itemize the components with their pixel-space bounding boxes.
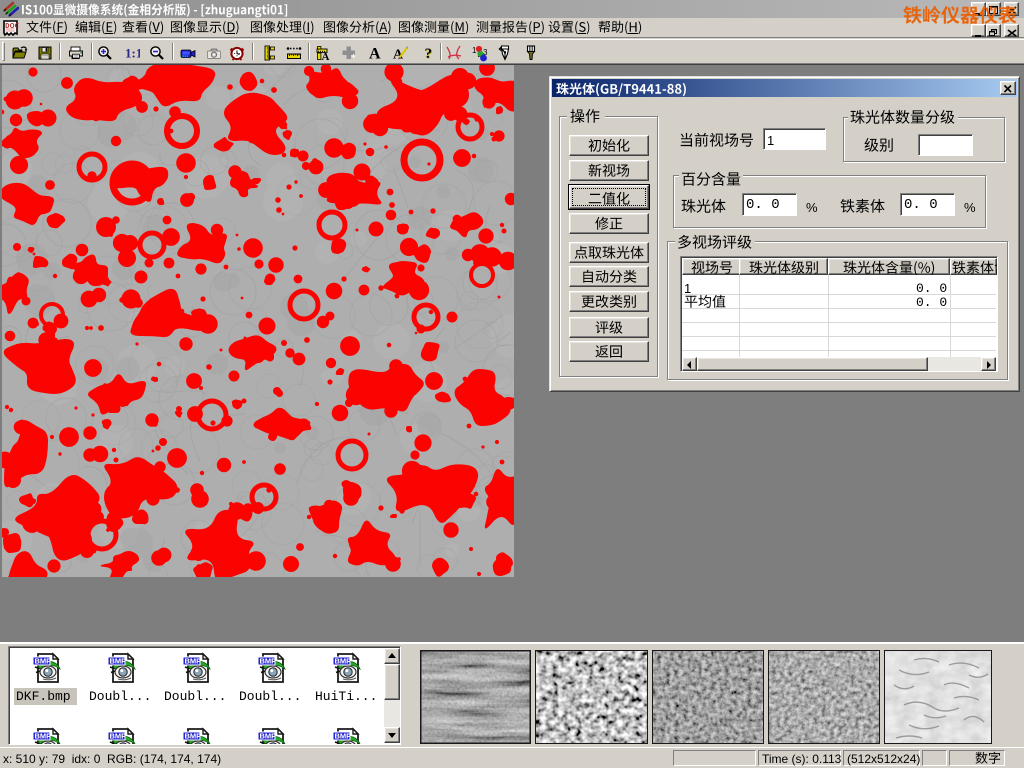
svg-text:BMP: BMP — [35, 732, 52, 741]
svg-text:A: A — [321, 51, 329, 61]
svg-text:1: 1 — [472, 46, 477, 55]
svg-text:BMP: BMP — [110, 732, 127, 741]
svg-text:1:1: 1:1 — [125, 46, 140, 61]
svg-text:BMP: BMP — [335, 657, 352, 666]
svg-text:?: ? — [425, 46, 433, 61]
svg-text:BMP: BMP — [335, 732, 352, 741]
svg-text:BMP: BMP — [260, 657, 277, 666]
svg-text:BMP: BMP — [260, 732, 277, 741]
svg-text:A: A — [369, 46, 381, 62]
svg-text:BMP: BMP — [185, 732, 202, 741]
svg-text:BMP: BMP — [35, 657, 52, 666]
svg-text:BMP: BMP — [185, 657, 202, 666]
svg-text:BMP: BMP — [110, 657, 127, 666]
